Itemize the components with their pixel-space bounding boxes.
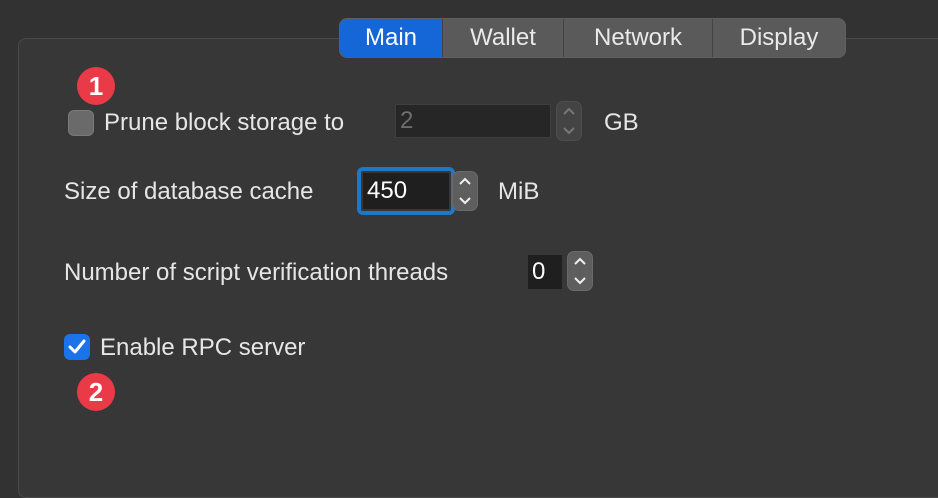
- prune-label: Prune block storage to: [104, 109, 345, 136]
- rpc-checkbox[interactable]: [64, 334, 90, 360]
- prune-unit: GB: [604, 109, 639, 136]
- chevron-up-icon: [459, 177, 471, 185]
- dbcache-input[interactable]: 450: [363, 173, 449, 209]
- dbcache-stepper[interactable]: [452, 171, 478, 211]
- tab-network[interactable]: Network: [563, 19, 712, 57]
- tab-main[interactable]: Main: [340, 19, 442, 57]
- chevron-down-icon: [459, 197, 471, 205]
- dbcache-label: Size of database cache: [64, 178, 314, 205]
- prune-size-stepper[interactable]: [556, 101, 582, 141]
- annotation-badge-2: 2: [77, 373, 115, 411]
- threads-input[interactable]: 0: [528, 255, 562, 289]
- annotation-badge-1: 1: [77, 67, 115, 105]
- chevron-up-icon: [563, 107, 575, 115]
- tab-wallet[interactable]: Wallet: [442, 19, 563, 57]
- chevron-down-icon: [563, 127, 575, 135]
- checkmark-icon: [68, 339, 86, 354]
- chevron-down-icon: [574, 277, 586, 285]
- rpc-label: Enable RPC server: [100, 334, 306, 361]
- threads-stepper[interactable]: [567, 251, 593, 291]
- dbcache-unit: MiB: [498, 178, 540, 205]
- prune-size-input[interactable]: 2: [395, 104, 551, 138]
- prune-checkbox[interactable]: [68, 110, 94, 136]
- chevron-up-icon: [574, 257, 586, 265]
- tab-display[interactable]: Display: [712, 19, 845, 57]
- tab-bar: Main Wallet Network Display: [340, 19, 845, 57]
- threads-label: Number of script verification threads: [64, 259, 449, 286]
